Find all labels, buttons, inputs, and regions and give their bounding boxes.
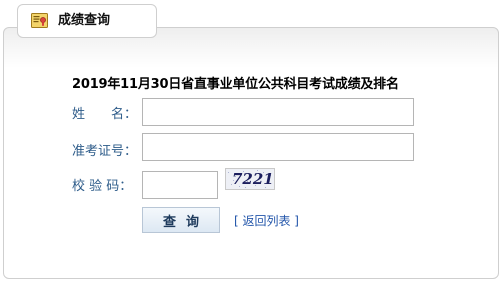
verify-code-label: 校 验 码： (72, 179, 133, 194)
verify-code-input[interactable] (142, 171, 218, 199)
tab-title: 成绩查询 (58, 13, 111, 28)
certificate-icon (31, 13, 48, 28)
form-title: 2019年11月30日省直事业单位公共科目考试成绩及排名 (72, 77, 399, 92)
score-query-tab: 成绩查询 (17, 4, 157, 38)
query-button[interactable]: 查询 (142, 207, 220, 233)
captcha-text: 7221 (232, 170, 274, 188)
back-to-list-link[interactable]: [ 返回列表 ] (234, 212, 299, 229)
name-label: 姓 名： (72, 107, 138, 122)
captcha-image[interactable]: 7221 (225, 168, 275, 190)
exam-id-label: 准考证号： (72, 144, 138, 159)
exam-id-input[interactable] (142, 133, 414, 161)
name-input[interactable] (142, 98, 414, 126)
